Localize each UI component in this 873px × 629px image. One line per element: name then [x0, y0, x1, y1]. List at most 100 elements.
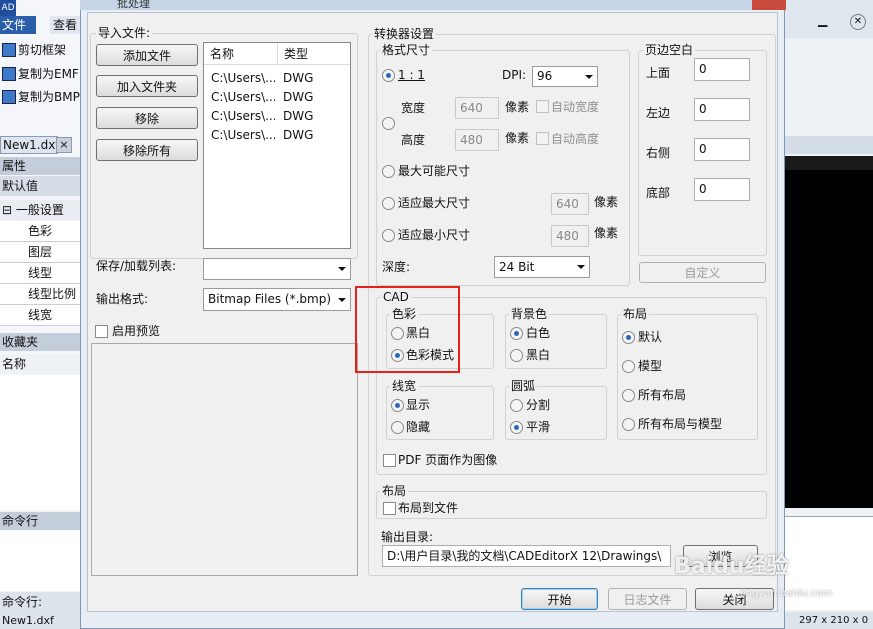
- enable-preview-label: 启用预览: [112, 324, 161, 338]
- margin-bottom-field[interactable]: 0: [694, 178, 750, 201]
- output-format-label: 输出格式:: [96, 292, 149, 306]
- chevron-down-icon: [338, 267, 346, 271]
- max-possible-radio[interactable]: [382, 165, 395, 178]
- line-width-label: 线宽: [390, 379, 419, 393]
- drawing-canvas[interactable]: [785, 156, 873, 508]
- document-tab[interactable]: New1.dxf: [0, 136, 60, 154]
- line-width-hide-radio[interactable]: [391, 421, 404, 434]
- file-list[interactable]: 名称 类型 C:\Users\... DWG C:\Users\... DWG …: [203, 42, 351, 249]
- emf-icon: [2, 67, 16, 81]
- remove-all-button[interactable]: 移除所有: [96, 139, 198, 161]
- file-type-cell[interactable]: DWG: [283, 69, 313, 88]
- file-name-cell[interactable]: C:\Users\...: [211, 126, 275, 145]
- depth-combo[interactable]: 24 Bit: [494, 256, 590, 278]
- favorites-column[interactable]: 名称: [0, 354, 80, 374]
- custom-size-radio[interactable]: [382, 117, 395, 130]
- ribbon-copy-bmp[interactable]: 复制为BMP: [0, 86, 80, 108]
- output-dir-field[interactable]: D:\用户目录\我的文档\CADEditorX 12\Drawings\: [382, 545, 671, 567]
- margin-right-label: 右侧: [646, 146, 671, 160]
- auto-height-checkbox[interactable]: [536, 132, 549, 145]
- fit-min-radio[interactable]: [382, 229, 395, 242]
- app-logo: AD: [0, 0, 16, 16]
- property-row[interactable]: 图层: [0, 242, 80, 263]
- layout-to-file-label: 布局到文件: [398, 501, 459, 515]
- file-name-cell[interactable]: C:\Users\...: [211, 107, 275, 126]
- status-file: New1.dxf: [0, 612, 80, 629]
- fit-min-field[interactable]: 480: [551, 225, 589, 247]
- margin-left-field[interactable]: 0: [694, 98, 750, 121]
- cut-frame-icon: [2, 43, 16, 57]
- layout-all-model-label: 所有布局与模型: [638, 417, 723, 431]
- margin-right-field[interactable]: 0: [694, 138, 750, 161]
- background-white-radio[interactable]: [510, 327, 523, 340]
- output-format-combo[interactable]: Bitmap Files (*.bmp): [203, 288, 351, 311]
- close-icon[interactable]: ×: [56, 137, 72, 153]
- arc-smooth-label: 平滑: [526, 420, 551, 434]
- menu-file[interactable]: 文件: [0, 16, 36, 34]
- column-header-type[interactable]: 类型: [278, 43, 350, 65]
- auto-width-label: 自动宽度: [551, 100, 600, 114]
- ribbon-cut-frame[interactable]: 剪切框架: [0, 39, 80, 61]
- add-folder-button[interactable]: 加入文件夹: [96, 75, 198, 97]
- one-to-one-label: 1 : 1: [398, 68, 425, 82]
- favorites-list[interactable]: [0, 375, 80, 510]
- property-row[interactable]: 色彩: [0, 221, 80, 242]
- height-field[interactable]: 480: [455, 129, 499, 151]
- layout-default-label: 默认: [638, 330, 663, 344]
- layout-model-radio[interactable]: [622, 360, 635, 373]
- file-type-cell[interactable]: DWG: [283, 126, 313, 145]
- enable-preview-checkbox[interactable]: [95, 325, 108, 338]
- properties-general[interactable]: ⊟ 一般设置: [0, 200, 80, 220]
- auto-width-checkbox[interactable]: [536, 100, 549, 113]
- dialog-close-button[interactable]: [752, 0, 786, 10]
- dpi-value: 96: [537, 69, 553, 83]
- output-dir-label: 输出目录:: [381, 530, 434, 544]
- log-file-button[interactable]: 日志文件: [608, 588, 687, 610]
- margins-label: 页边空白: [643, 43, 696, 57]
- file-type-cell[interactable]: DWG: [283, 88, 313, 107]
- minimize-icon[interactable]: ▁: [818, 14, 832, 28]
- command-header: 命令行: [0, 512, 80, 530]
- fit-max-radio[interactable]: [382, 197, 395, 210]
- width-field[interactable]: 640: [455, 97, 499, 119]
- status-dimensions: 297 x 210 x 0: [785, 612, 873, 629]
- file-name-cell[interactable]: C:\Users\...: [211, 69, 275, 88]
- custom-button[interactable]: 自定义: [639, 262, 766, 283]
- pixel-unit: 像素: [594, 195, 619, 209]
- pdf-as-image-checkbox[interactable]: [383, 454, 396, 467]
- fit-max-field[interactable]: 640: [551, 193, 589, 215]
- menu-view[interactable]: 查看: [50, 16, 80, 34]
- layout-model-label: 模型: [638, 359, 663, 373]
- property-row[interactable]: 线型: [0, 263, 80, 284]
- add-file-button[interactable]: 添加文件: [96, 44, 198, 66]
- layout-to-file-checkbox[interactable]: [383, 502, 396, 515]
- arc-split-radio[interactable]: [510, 399, 523, 412]
- close-icon[interactable]: ✕: [850, 14, 866, 30]
- layout-default-radio[interactable]: [622, 331, 635, 344]
- collapse-icon[interactable]: ⊟: [2, 203, 16, 217]
- dpi-combo[interactable]: 96: [532, 66, 598, 87]
- margin-top-field[interactable]: 0: [694, 58, 750, 81]
- layout-all-label: 所有布局: [638, 388, 687, 402]
- save-load-list-combo[interactable]: [203, 258, 351, 280]
- line-width-show-radio[interactable]: [391, 399, 404, 412]
- pixel-unit: 像素: [505, 100, 530, 114]
- property-row[interactable]: 线型比例: [0, 284, 80, 305]
- remove-button[interactable]: 移除: [96, 107, 198, 129]
- dialog-titlebar[interactable]: [80, 0, 785, 10]
- column-header-name[interactable]: 名称: [204, 43, 278, 65]
- arc-smooth-radio[interactable]: [510, 421, 523, 434]
- background-bw-radio[interactable]: [510, 349, 523, 362]
- property-row[interactable]: 线宽: [0, 305, 80, 326]
- start-button[interactable]: 开始: [521, 588, 598, 610]
- properties-header: 属性: [0, 157, 80, 175]
- depth-value: 24 Bit: [499, 260, 535, 274]
- ribbon-copy-emf[interactable]: 复制为EMF: [0, 63, 80, 85]
- one-to-one-radio[interactable]: [382, 69, 395, 82]
- watermark: Baidu经验: [674, 554, 789, 579]
- file-type-cell[interactable]: DWG: [283, 107, 313, 126]
- layout-all-model-radio[interactable]: [622, 418, 635, 431]
- max-possible-label: 最大可能尺寸: [398, 164, 471, 178]
- file-name-cell[interactable]: C:\Users\...: [211, 88, 275, 107]
- layout-all-radio[interactable]: [622, 389, 635, 402]
